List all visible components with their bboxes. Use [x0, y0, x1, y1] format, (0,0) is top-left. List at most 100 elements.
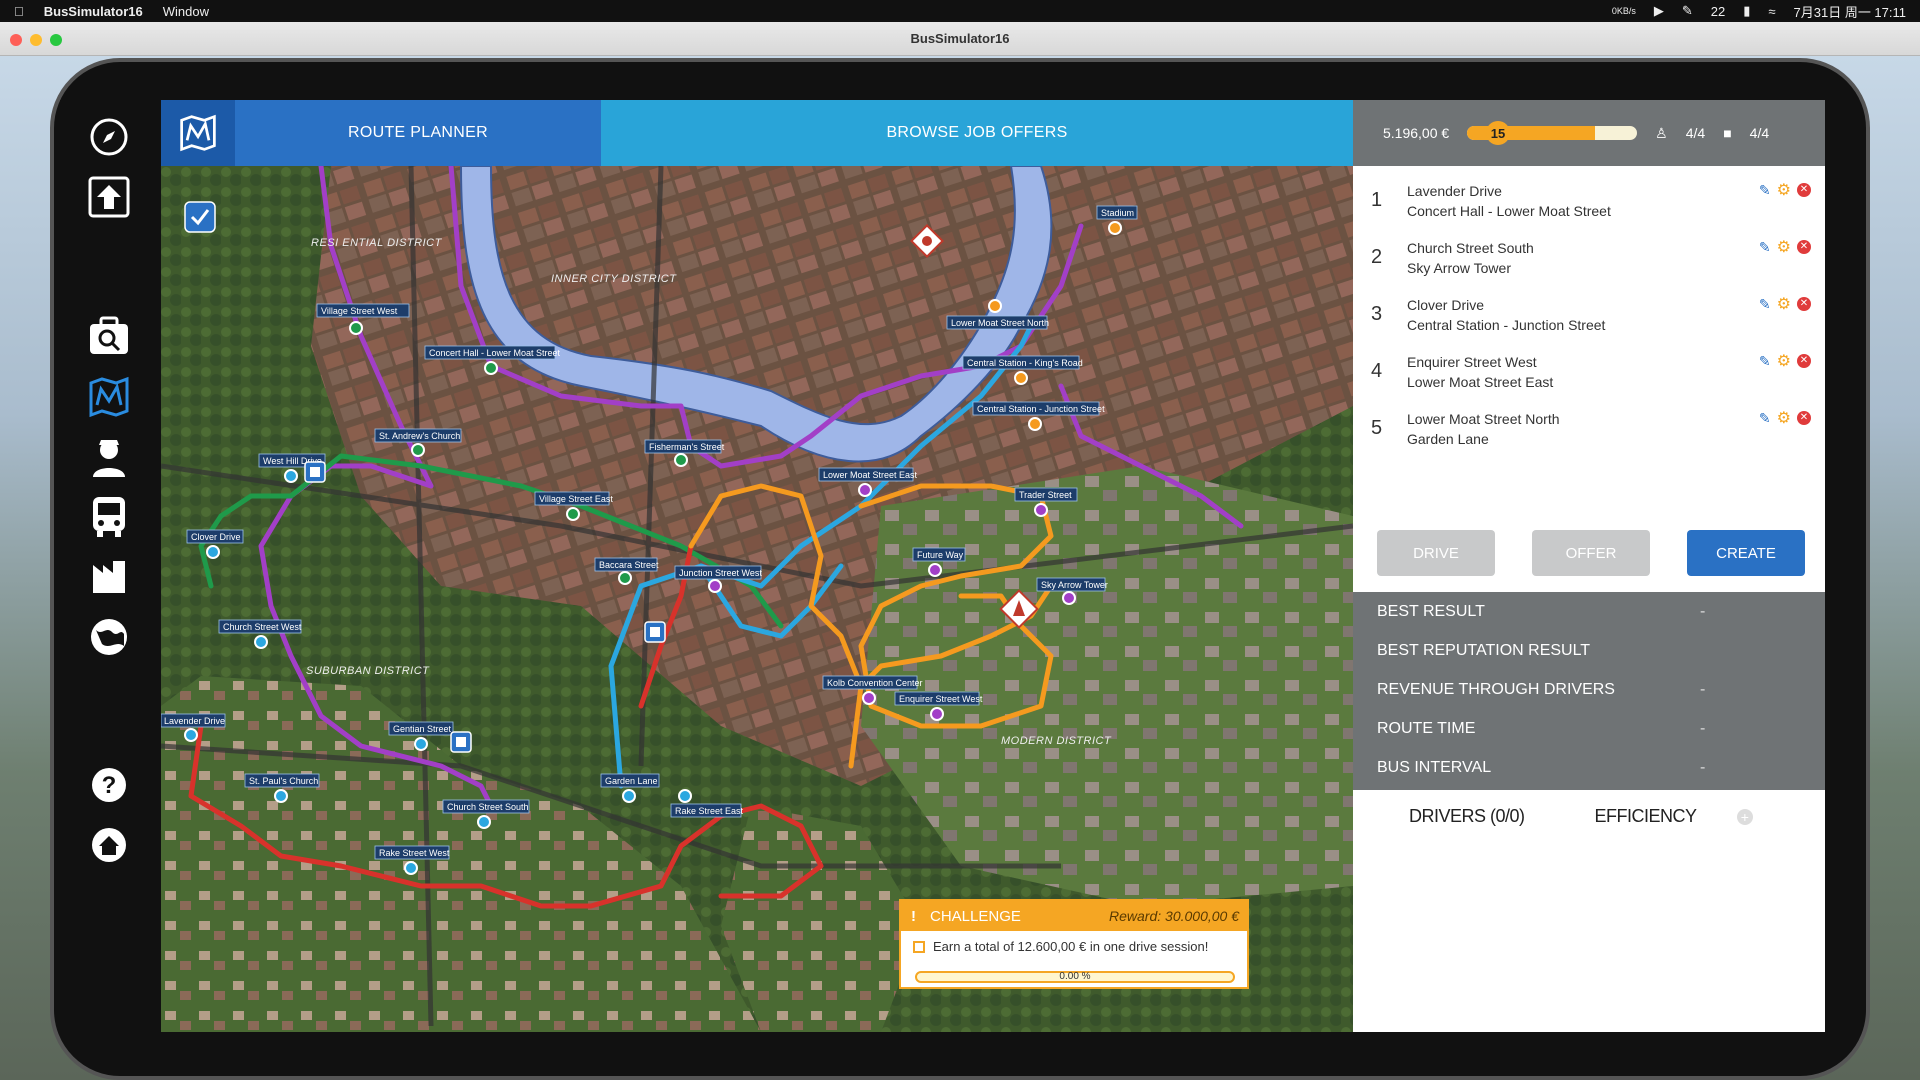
settings-gear-icon[interactable]: ⚙ — [1777, 237, 1791, 257]
svg-text:?: ? — [102, 772, 117, 799]
result-row: REVENUE THROUGH DRIVERS - — [1353, 670, 1825, 709]
app-menu[interactable]: BusSimulator16 — [44, 4, 143, 19]
route-item[interactable]: 2 Church Street South Sky Arrow Tower ✎ ⚙ ✕ — [1371, 229, 1811, 286]
svg-text:Sky Arrow Tower: Sky Arrow Tower — [1041, 580, 1108, 590]
edit-pencil-icon[interactable]: ✎ — [1759, 239, 1771, 256]
route-item[interactable]: 5 Lower Moat Street North Garden Lane ✎ ⚙ ✕ — [1371, 400, 1811, 457]
svg-text:St. Andrew's Church: St. Andrew's Church — [379, 431, 460, 441]
search-jobs-icon[interactable] — [82, 310, 136, 364]
route-number: 3 — [1371, 303, 1383, 325]
delete-icon[interactable]: ✕ — [1797, 354, 1811, 368]
settings-gear-icon[interactable]: ⚙ — [1777, 180, 1791, 200]
side-navigation: ? — [60, 100, 161, 1032]
svg-text:Kolb Convention Center: Kolb Convention Center — [827, 678, 923, 688]
add-driver-icon[interactable]: + — [1736, 808, 1753, 825]
result-label: BUS INTERVAL — [1377, 758, 1492, 776]
checkmark-icon[interactable] — [184, 201, 216, 233]
route-start: Church Street South — [1407, 239, 1534, 256]
svg-text:Enquirer Street West: Enquirer Street West — [899, 694, 983, 704]
svg-text:Concert Hall - Lower Moat Stre: Concert Hall - Lower Moat Street — [429, 348, 561, 358]
zoom-window-button[interactable] — [50, 34, 62, 46]
settings-gear-icon[interactable]: ⚙ — [1777, 294, 1791, 314]
route-end: Lower Moat Street East — [1407, 373, 1554, 390]
route-number: 5 — [1371, 417, 1383, 439]
result-row: BEST REPUTATION RESULT — [1353, 631, 1825, 670]
route-end: Sky Arrow Tower — [1407, 259, 1511, 276]
svg-text:Lavender Drive: Lavender Drive — [164, 716, 225, 726]
exit-icon[interactable] — [82, 170, 136, 224]
tab-drivers[interactable]: DRIVERS (0/0) — [1409, 806, 1525, 827]
wechat-icon[interactable]: ✎ — [1682, 3, 1693, 19]
battery-icon[interactable]: ▮ — [1743, 3, 1750, 19]
svg-text:Lower Moat Street North: Lower Moat Street North — [951, 318, 1049, 328]
drivers-icon[interactable] — [82, 430, 136, 484]
challenge-reward: Reward: 30.000,00 € — [1109, 908, 1239, 924]
svg-text:Rake Street West: Rake Street West — [379, 848, 450, 858]
settings-gear-icon[interactable]: ⚙ — [1777, 408, 1791, 428]
result-label: ROUTE TIME — [1377, 719, 1476, 737]
svg-text:Gentian Street: Gentian Street — [393, 724, 452, 734]
game-screen: ROUTE PLANNER BROWSE JOB OFFERS RESI ENT… — [161, 100, 1825, 1032]
window-menu[interactable]: Window — [163, 4, 209, 19]
menu-bar:  BusSimulator16 Window 0KB/s ▶ ✎ 22 ▮ ≈… — [0, 0, 1920, 22]
route-results: BEST RESULT - BEST REPUTATION RESULT REVENU… — [1353, 592, 1825, 790]
clock[interactable]: 7月31日 周一 17:11 — [1794, 2, 1906, 21]
home-icon[interactable] — [82, 818, 136, 872]
svg-text:Lower Moat Street East: Lower Moat Street East — [823, 470, 918, 480]
route-item[interactable]: 1 Lavender Drive Concert Hall - Lower Moat… — [1371, 172, 1811, 229]
wifi-icon[interactable]: ≈ — [1768, 4, 1775, 19]
map-icon[interactable] — [82, 370, 136, 424]
delete-icon[interactable]: ✕ — [1797, 183, 1811, 197]
tab-route-planner[interactable]: ROUTE PLANNER — [235, 100, 601, 166]
offer-button[interactable]: OFFER — [1532, 530, 1650, 576]
tab-browse-job-offers[interactable]: BROWSE JOB OFFERS — [601, 100, 1353, 166]
delete-icon[interactable]: ✕ — [1797, 411, 1811, 425]
edit-pencil-icon[interactable]: ✎ — [1759, 296, 1771, 313]
route-item[interactable]: 3 Clover Drive Central Station - Junction … — [1371, 286, 1811, 343]
bus-icon[interactable] — [82, 490, 136, 544]
edit-pencil-icon[interactable]: ✎ — [1759, 182, 1771, 199]
close-window-button[interactable] — [10, 34, 22, 46]
help-icon[interactable]: ? — [82, 758, 136, 812]
result-value: - — [1700, 719, 1706, 737]
route-actions: DRIVE OFFER CREATE — [1377, 530, 1805, 576]
city-map[interactable]: RESI ENTIAL DISTRICT INNER CITY DISTRICT… — [161, 166, 1353, 1032]
edit-pencil-icon[interactable]: ✎ — [1759, 410, 1771, 427]
result-value: - — [1700, 758, 1706, 776]
company-icon[interactable] — [82, 550, 136, 604]
delete-icon[interactable]: ✕ — [1797, 297, 1811, 311]
bus-depot-icon[interactable] — [450, 731, 472, 753]
district-inner-city: INNER CITY DISTRICT — [551, 273, 677, 285]
bus-depot-icon[interactable] — [304, 461, 326, 483]
online-icon[interactable] — [82, 610, 136, 664]
svg-text:Garden Lane: Garden Lane — [605, 776, 658, 786]
challenge-title: CHALLENGE — [930, 907, 1021, 925]
drive-button[interactable]: DRIVE — [1377, 530, 1495, 576]
play-icon[interactable]: ▶ — [1654, 3, 1664, 19]
district-modern: MODERN DISTRICT — [1001, 735, 1112, 747]
apple-icon[interactable]:  — [14, 4, 24, 19]
bus-count-icon: ■ — [1723, 125, 1732, 141]
svg-text:Church Street South: Church Street South — [447, 802, 529, 812]
tab-efficiency[interactable]: EFFICIENCY — [1595, 806, 1698, 827]
settings-gear-icon[interactable]: ⚙ — [1777, 351, 1791, 371]
create-button[interactable]: CREATE — [1687, 530, 1805, 576]
svg-text:Fisherman's Street: Fisherman's Street — [649, 442, 725, 452]
bus-depot-icon[interactable] — [644, 621, 666, 643]
route-item[interactable]: 4 Enquirer Street West Lower Moat Street E… — [1371, 343, 1811, 400]
svg-text:Stadium: Stadium — [1101, 208, 1134, 218]
network-speed: 0KB/s — [1611, 6, 1636, 16]
compass-icon[interactable] — [82, 110, 136, 164]
route-end: Garden Lane — [1407, 430, 1489, 447]
svg-text:Church Street West: Church Street West — [223, 622, 302, 632]
minimize-window-button[interactable] — [30, 34, 42, 46]
route-number: 1 — [1371, 189, 1383, 211]
driver-icon: ♙ — [1655, 124, 1668, 141]
challenge-card: ! CHALLENGE Reward: 30.000,00 € Earn a t… — [899, 899, 1249, 989]
delete-icon[interactable]: ✕ — [1797, 240, 1811, 254]
route-start: Lower Moat Street North — [1407, 410, 1560, 427]
result-label: REVENUE THROUGH DRIVERS — [1377, 680, 1615, 698]
edit-pencil-icon[interactable]: ✎ — [1759, 353, 1771, 370]
result-label: BEST RESULT — [1377, 602, 1485, 620]
svg-text:Village Street West: Village Street West — [321, 306, 398, 316]
